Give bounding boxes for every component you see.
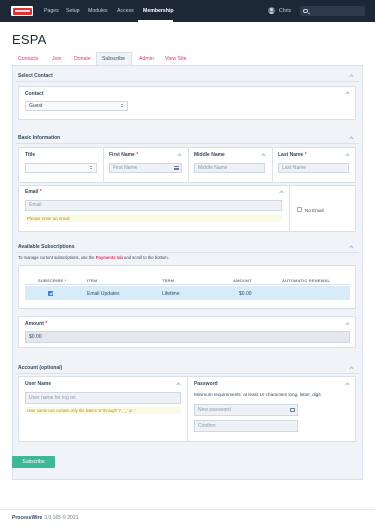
nav-access[interactable]: Access <box>117 8 134 15</box>
nav-setup[interactable]: Setup <box>66 8 80 15</box>
no-email-label[interactable]: No Email <box>305 208 324 213</box>
account-header[interactable]: Account (optional) <box>18 365 62 371</box>
email-input[interactable]: Email <box>25 200 282 211</box>
column-divider <box>188 147 189 183</box>
no-email-checkbox[interactable] <box>297 207 302 212</box>
middle-name-input[interactable]: Middle Name <box>194 163 265 173</box>
user-name[interactable]: Chris <box>279 8 291 15</box>
section-divider <box>16 252 359 253</box>
contact-select[interactable]: Guest <box>25 101 128 111</box>
processwire-logo-icon[interactable] <box>11 6 33 16</box>
middle-name-label: Middle Name <box>194 152 225 158</box>
column-header: ITEM <box>87 278 98 283</box>
email-label: Email * <box>25 189 42 195</box>
section-divider <box>16 81 359 82</box>
contact-card-icon <box>174 166 179 170</box>
section-divider <box>16 373 359 374</box>
password-label: Password <box>194 381 218 387</box>
last-name-input[interactable]: Last Name <box>278 163 349 173</box>
first-name-label: First Name * <box>109 152 139 158</box>
masthead: Pages Setup Modules Access Membership Ch… <box>0 0 375 22</box>
nav-modules[interactable]: Modules <box>88 8 108 15</box>
amount-input: $0.00 <box>25 331 350 343</box>
tab-admin[interactable]: Admin <box>139 56 154 63</box>
footer-divider <box>0 509 375 510</box>
page-title: ESPA <box>12 32 47 47</box>
select-contact-header[interactable]: Select Contact <box>18 73 53 79</box>
table-header-divider <box>25 284 350 285</box>
footer: ProcessWire 3.0.165 © 2021 <box>12 515 79 521</box>
column-divider <box>289 185 290 232</box>
password-requirements: Minimum requirements: at least 10 charac… <box>194 392 322 397</box>
tab-contacts[interactable]: Contacts <box>18 56 38 63</box>
title-label: Title <box>25 152 36 158</box>
tab-join[interactable]: Join <box>52 56 62 63</box>
contact-label: Contact <box>25 91 44 97</box>
item-cell: Email Updates <box>87 291 120 297</box>
basic-info-header[interactable]: Basic Information <box>18 135 60 141</box>
payments-tab-link[interactable]: Payments tab <box>96 255 123 260</box>
search-input[interactable] <box>300 6 365 16</box>
column-header: TERM <box>162 278 175 283</box>
show-password-icon[interactable] <box>290 408 295 412</box>
column-header: AMOUNT <box>233 278 252 283</box>
amount-cell: $0.00 <box>239 291 252 297</box>
confirm-password-input[interactable]: Confirm <box>194 420 298 432</box>
term-cell: Lifetime <box>162 291 180 297</box>
column-header: SUBSCRIBE * <box>38 278 67 283</box>
column-header: AUTOMATIC RENEWAL <box>282 278 331 283</box>
email-error: Please enter an email <box>25 215 282 222</box>
section-divider <box>16 143 359 144</box>
subscriptions-header[interactable]: Available Subscriptions <box>18 244 75 250</box>
subscribe-button[interactable]: Subscribe <box>12 456 55 468</box>
footer-version: 3.0.165 © 2021 <box>44 515 79 521</box>
subscriptions-notice: To manage current subscriptions, use the… <box>18 255 169 260</box>
tab-view-site[interactable]: View Site <box>165 56 187 63</box>
chevron-updown-icon <box>121 103 124 109</box>
title-select[interactable] <box>25 163 97 173</box>
footer-brand[interactable]: ProcessWire <box>12 515 42 521</box>
table-row[interactable] <box>25 286 350 300</box>
tab-donate[interactable]: Donate <box>74 56 91 63</box>
new-password-input[interactable]: New password <box>194 404 298 416</box>
search-icon <box>303 8 308 13</box>
first-name-input[interactable]: First Name <box>109 163 182 173</box>
amount-label: Amount * <box>25 321 48 327</box>
nav-pages[interactable]: Pages <box>44 8 59 15</box>
column-divider <box>272 147 273 183</box>
column-divider <box>103 147 104 183</box>
nav-membership[interactable]: Membership <box>143 8 174 15</box>
subscribe-checkbox[interactable] <box>48 290 53 296</box>
user-avatar-icon[interactable] <box>268 7 275 14</box>
username-input[interactable]: User name for log on <box>25 392 181 404</box>
nav-active-indicator <box>138 20 173 22</box>
username-help: User name can contain only the letters '… <box>25 407 181 414</box>
chevron-updown-icon <box>90 165 93 171</box>
column-divider <box>187 376 188 442</box>
last-name-label: Last Name * <box>278 152 307 158</box>
username-label: User Name <box>25 381 52 387</box>
tab-subscribe[interactable]: Subscribe <box>102 56 125 63</box>
